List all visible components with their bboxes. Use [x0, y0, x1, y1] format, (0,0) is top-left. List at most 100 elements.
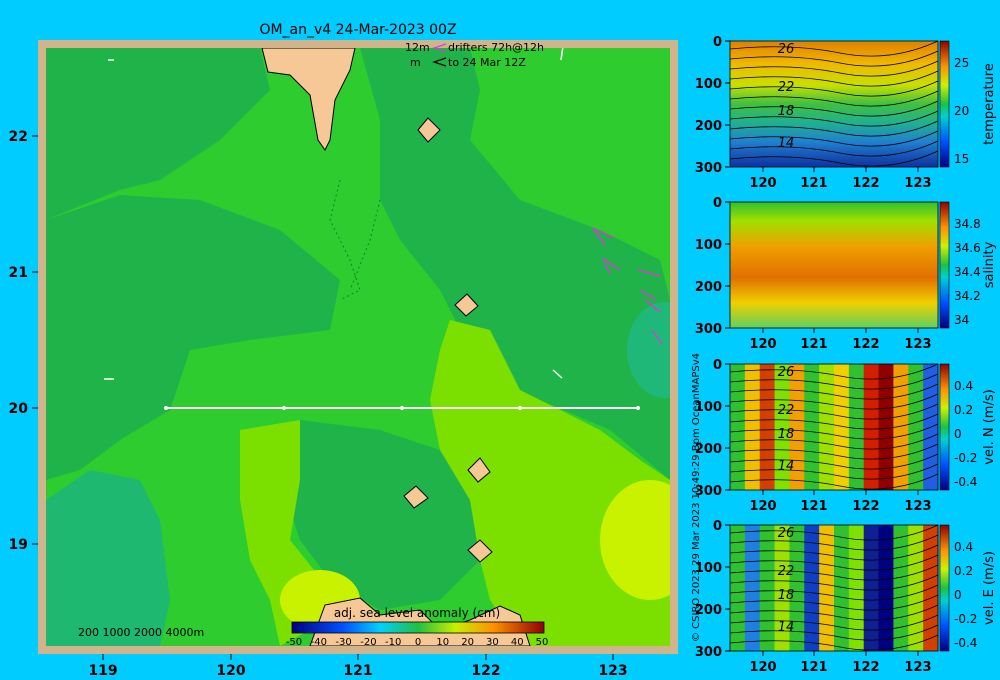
panel-y-tick-label: 0 — [713, 196, 722, 211]
panel-colorbar-tick: 0.4 — [954, 379, 973, 393]
panel-y-tick-label: 300 — [695, 645, 722, 660]
contour-label: 26 — [778, 526, 795, 541]
contour-label: 22 — [778, 564, 795, 579]
legend-line-2: to 24 Mar 12Z — [448, 56, 526, 69]
section-panel-4: 26 22 18 14 0 100 200 300 120 121 122 123 0.4 0.2 0 -0.… — [695, 519, 997, 675]
panel-colorbar-tick: 0 — [954, 588, 962, 602]
panel-ylabel: vel. E (m/s) — [982, 551, 997, 625]
panel-x-tick-label: 122 — [852, 337, 879, 352]
map-y-tick-label: 22 — [9, 129, 28, 145]
sea-level-colorbar — [291, 621, 545, 634]
map-y-ticks: 22 21 20 19 — [9, 129, 38, 553]
panel-y-tick-label: 0 — [713, 519, 722, 534]
panel-field-stripe — [848, 364, 865, 490]
contour-label: 26 — [778, 42, 795, 57]
panel-y-tick-label: 100 — [695, 238, 722, 253]
panel-colorbar — [939, 524, 950, 652]
panel-y-tick-label: 100 — [695, 561, 722, 576]
panel-ylabel: salinity — [982, 241, 997, 288]
colorbar-tick-label: 10 — [436, 637, 449, 648]
panel-x-tick-label: 122 — [852, 176, 879, 191]
panel-y-tick-label: 300 — [695, 484, 722, 499]
panel-x-tick-label: 121 — [800, 499, 827, 514]
section-panel-1: 26 22 18 14 0 100 200 300 120 121 122 123 25 20 15 temp… — [695, 35, 997, 191]
panel-x-tick-label: 120 — [749, 660, 776, 675]
section-panel-3: 26 22 18 14 0 100 200 300 120 121 122 123 0.4 0.2 0 -0.… — [695, 358, 997, 514]
contour-label: 18 — [778, 427, 795, 442]
map-x-ticks: 119 120 121 122 123 — [88, 654, 628, 679]
contour-label: 18 — [778, 588, 795, 603]
colorbar-title: adj. sea level anomaly (cm) — [334, 606, 500, 620]
colorbar-tick-label: -10 — [385, 637, 401, 648]
panel-x-tick-label: 123 — [904, 337, 931, 352]
legend-depth-2: m — [410, 56, 421, 69]
panel-colorbar — [939, 363, 950, 491]
contour-label: 18 — [778, 104, 795, 119]
map-x-tick-label: 120 — [216, 663, 245, 679]
panel-colorbar-tick: -0.4 — [954, 636, 977, 650]
contour-label: 22 — [778, 80, 795, 95]
panel-colorbar-tick: 34.6 — [954, 241, 981, 255]
map-title: OM_an_v4 24-Mar-2023 00Z — [259, 22, 456, 38]
map-x-tick-label: 123 — [598, 663, 627, 679]
panel-x-tick-label: 123 — [904, 499, 931, 514]
panel-x-tick-label: 120 — [749, 499, 776, 514]
panel-y-tick-label: 200 — [695, 442, 722, 457]
panel-colorbar — [939, 201, 950, 329]
panel-y-tick-label: 100 — [695, 400, 722, 415]
panel-ylabel: vel. N (m/s) — [982, 389, 997, 464]
map-x-tick-label: 121 — [343, 663, 372, 679]
panel-y-tick-label: 200 — [695, 119, 722, 134]
legend-line-1: drifters 72h@12h — [448, 41, 544, 54]
colorbar-tick-label: -20 — [360, 637, 376, 648]
panel-x-tick-label: 123 — [904, 176, 931, 191]
legend-depth-1: 12m — [405, 41, 430, 54]
contour-label: 14 — [778, 459, 795, 474]
panel-field-stripe — [863, 364, 880, 490]
panel-y-tick-label: 200 — [695, 280, 722, 295]
panel-y-tick-label: 0 — [713, 358, 722, 373]
panel-y-tick-label: 300 — [695, 161, 722, 176]
figure: OM_an_v4 24-Mar-2023 00Z 12m drifters 72… — [9, 22, 997, 679]
panel-x-tick-label: 121 — [800, 660, 827, 675]
colorbar-tick-label: 40 — [511, 637, 524, 648]
section-panels: 26 22 18 14 0 100 200 300 120 121 122 123 25 20 15 temp… — [695, 35, 997, 675]
panel-field-stripe — [744, 525, 761, 651]
panel-colorbar-tick: 34.4 — [954, 265, 981, 279]
panel-field-stripe — [908, 525, 924, 651]
panel-colorbar-tick: 0.2 — [954, 403, 973, 417]
panel-x-tick-label: 121 — [800, 176, 827, 191]
panel-field-stripe — [878, 364, 894, 490]
panel-colorbar-tick: -0.2 — [954, 451, 977, 465]
colorbar-tick-label: 0 — [415, 637, 421, 648]
panel-y-tick-label: 200 — [695, 603, 722, 618]
panel-colorbar-tick: 34 — [954, 313, 969, 327]
section-panel-2: 0 100 200 300 120 121 122 123 34.8 34.6 34.4 34.2 34… — [695, 196, 997, 352]
panel-x-tick-label: 122 — [852, 499, 879, 514]
colorbar-tick-label: -50 — [286, 637, 302, 648]
panel-y-tick-label: 100 — [695, 77, 722, 92]
contour-label: 26 — [778, 365, 795, 380]
panel-colorbar-tick: 20 — [954, 104, 969, 118]
panel-field — [730, 202, 938, 328]
panel-colorbar-tick: -0.4 — [954, 475, 977, 489]
colorbar-tick-label: -40 — [311, 637, 327, 648]
panel-field-stripe — [863, 525, 880, 651]
panel-field — [730, 41, 938, 167]
panel-ylabel: temperature — [982, 63, 997, 145]
colorbar-tick-label: 30 — [486, 637, 499, 648]
panel-y-tick-label: 0 — [713, 35, 722, 50]
panel-colorbar — [939, 40, 950, 168]
colorbar-tick-label: -30 — [335, 637, 351, 648]
panel-field-stripe — [744, 364, 761, 490]
panel-x-tick-label: 120 — [749, 176, 776, 191]
bathymetry-label: 200 1000 2000 4000m — [78, 626, 204, 639]
sea-level-map: 12m drifters 72h@12h m to 24 Mar 12Z 200… — [9, 40, 678, 679]
panel-x-tick-label: 122 — [852, 660, 879, 675]
panel-field-stripe — [848, 525, 865, 651]
panel-field-stripe — [759, 525, 776, 651]
panel-colorbar-tick: -0.2 — [954, 612, 977, 626]
colorbar-tick-label: 20 — [461, 637, 474, 648]
panel-colorbar-tick: 0 — [954, 427, 962, 441]
contour-label: 14 — [778, 136, 795, 151]
